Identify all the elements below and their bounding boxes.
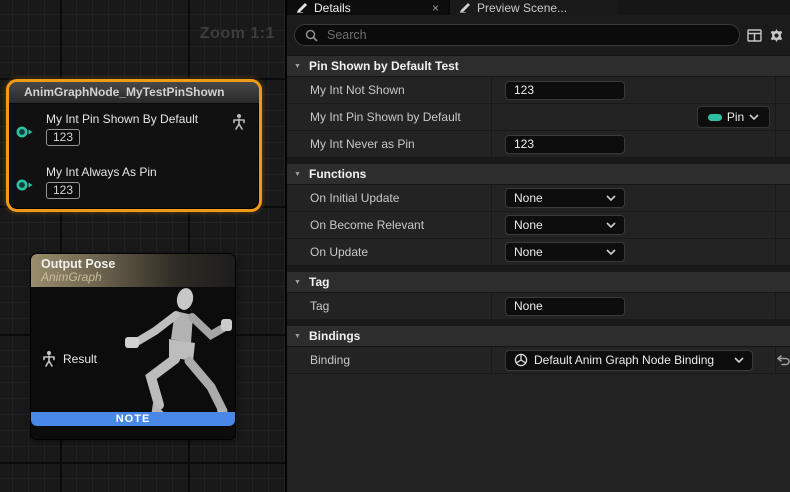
details-panel: Details × Preview Scene... ▼ [285, 0, 790, 492]
property-label: On Update [287, 239, 492, 265]
result-pin-label: Result [63, 352, 97, 366]
property-row: My Int Pin Shown by Default Pin [287, 104, 790, 131]
property-row: Binding Default Anim Graph Node Binding [287, 347, 790, 374]
int-pin-icon[interactable] [15, 178, 34, 197]
category-bindings[interactable]: ▼ Bindings [287, 326, 790, 347]
category-functions[interactable]: ▼ Functions [287, 164, 790, 185]
property-label: My Int Pin Shown by Default [287, 104, 492, 130]
property-label: My Int Not Shown [287, 77, 492, 103]
zoom-level-label: Zoom 1:1 [200, 25, 275, 43]
pin-label: My Int Always As Pin [46, 165, 259, 179]
display-filter-icon[interactable] [747, 29, 762, 42]
chevron-down-icon [606, 222, 616, 228]
collapse-arrow-icon: ▼ [294, 171, 304, 178]
panel-tab-bar: Details × Preview Scene... [287, 0, 790, 15]
property-label: Binding [287, 347, 492, 373]
chevron-down-icon [749, 114, 759, 120]
pose-output-pin-icon[interactable] [231, 113, 247, 135]
pin-shape-icon [708, 114, 722, 121]
search-row [287, 15, 790, 56]
class-icon [514, 353, 528, 367]
category-title: Bindings [309, 329, 360, 343]
property-row: Tag [287, 293, 790, 320]
pin-value-input[interactable]: 123 [46, 129, 80, 146]
int-pin-icon[interactable] [15, 125, 34, 144]
collapse-arrow-icon: ▼ [294, 279, 304, 286]
my-int-not-shown-input[interactable] [505, 81, 625, 100]
property-row: My Int Never as Pin [287, 131, 790, 158]
pin-button-label: Pin [727, 110, 744, 124]
category-title: Functions [309, 167, 366, 181]
search-icon [305, 29, 318, 42]
pin-label: My Int Pin Shown By Default [46, 112, 259, 126]
anim-graph-node-selected[interactable]: AnimGraphNode_MyTestPinShown My Int Pin … [6, 79, 262, 212]
chevron-down-icon [606, 195, 616, 201]
anim-graph-canvas[interactable]: Zoom 1:1 AnimGraphNode_MyTestPinShown My… [0, 0, 285, 492]
property-row: On Become Relevant None [287, 212, 790, 239]
tab-label: Details [314, 1, 351, 15]
property-row: On Update None [287, 239, 790, 266]
output-pose-node[interactable]: Output Pose AnimGraph [30, 253, 236, 440]
my-int-never-as-pin-input[interactable] [505, 135, 625, 154]
property-list: ▼ Pin Shown by Default Test My Int Not S… [287, 56, 790, 492]
dropdown-value: None [514, 245, 543, 259]
category-title: Tag [309, 275, 329, 289]
collapse-arrow-icon: ▼ [294, 333, 304, 340]
reset-to-default-button[interactable] [777, 355, 790, 366]
output-pose-body: Result NOTE [31, 287, 235, 426]
node-title: Output Pose [41, 257, 235, 271]
dropdown-value: None [514, 218, 543, 232]
binding-dropdown[interactable]: Default Anim Graph Node Binding [505, 350, 753, 371]
pin-value-input[interactable]: 123 [46, 182, 80, 199]
tab-label: Preview Scene... [477, 1, 567, 15]
details-tab-icon [296, 2, 308, 13]
tab-details[interactable]: Details × [287, 0, 448, 15]
dropdown-value: Default Anim Graph Node Binding [534, 353, 714, 367]
property-label: My Int Never as Pin [287, 131, 492, 157]
on-update-dropdown[interactable]: None [505, 242, 625, 262]
pose-pin-icon [41, 350, 57, 367]
dropdown-value: None [514, 191, 543, 205]
close-tab-icon[interactable]: × [432, 2, 439, 14]
chevron-down-icon [734, 357, 744, 363]
unreal-editor-window: Zoom 1:1 AnimGraphNode_MyTestPinShown My… [0, 0, 790, 492]
tag-input[interactable] [505, 297, 625, 316]
category-tag[interactable]: ▼ Tag [287, 272, 790, 293]
collapse-arrow-icon: ▼ [294, 63, 304, 70]
property-label: On Become Relevant [287, 212, 492, 238]
property-label: Tag [287, 293, 492, 319]
note-banner[interactable]: NOTE [31, 412, 235, 426]
pin-row: My Int Always As Pin 123 [9, 165, 259, 199]
pin-row: My Int Pin Shown By Default 123 [9, 112, 259, 146]
tab-preview-scene[interactable]: Preview Scene... [448, 0, 618, 15]
node-subtitle: AnimGraph [41, 271, 235, 284]
property-row: On Initial Update None [287, 185, 790, 212]
property-label: On Initial Update [287, 185, 492, 211]
search-box[interactable] [294, 24, 740, 46]
on-initial-update-dropdown[interactable]: None [505, 188, 625, 208]
result-pose-pin[interactable]: Result [41, 350, 97, 367]
category-pin-shown-by-default-test[interactable]: ▼ Pin Shown by Default Test [287, 56, 790, 77]
property-row: My Int Not Shown [287, 77, 790, 104]
settings-gear-icon[interactable] [769, 28, 784, 43]
on-become-relevant-dropdown[interactable]: None [505, 215, 625, 235]
chevron-down-icon [606, 249, 616, 255]
category-title: Pin Shown by Default Test [309, 59, 459, 73]
search-input[interactable] [325, 27, 729, 43]
output-pose-header[interactable]: Output Pose AnimGraph [31, 254, 235, 287]
node-title[interactable]: AnimGraphNode_MyTestPinShown [9, 82, 259, 104]
pin-visibility-dropdown[interactable]: Pin [697, 106, 770, 128]
preview-scene-tab-icon [459, 2, 471, 13]
running-mannequin-image [113, 285, 233, 425]
